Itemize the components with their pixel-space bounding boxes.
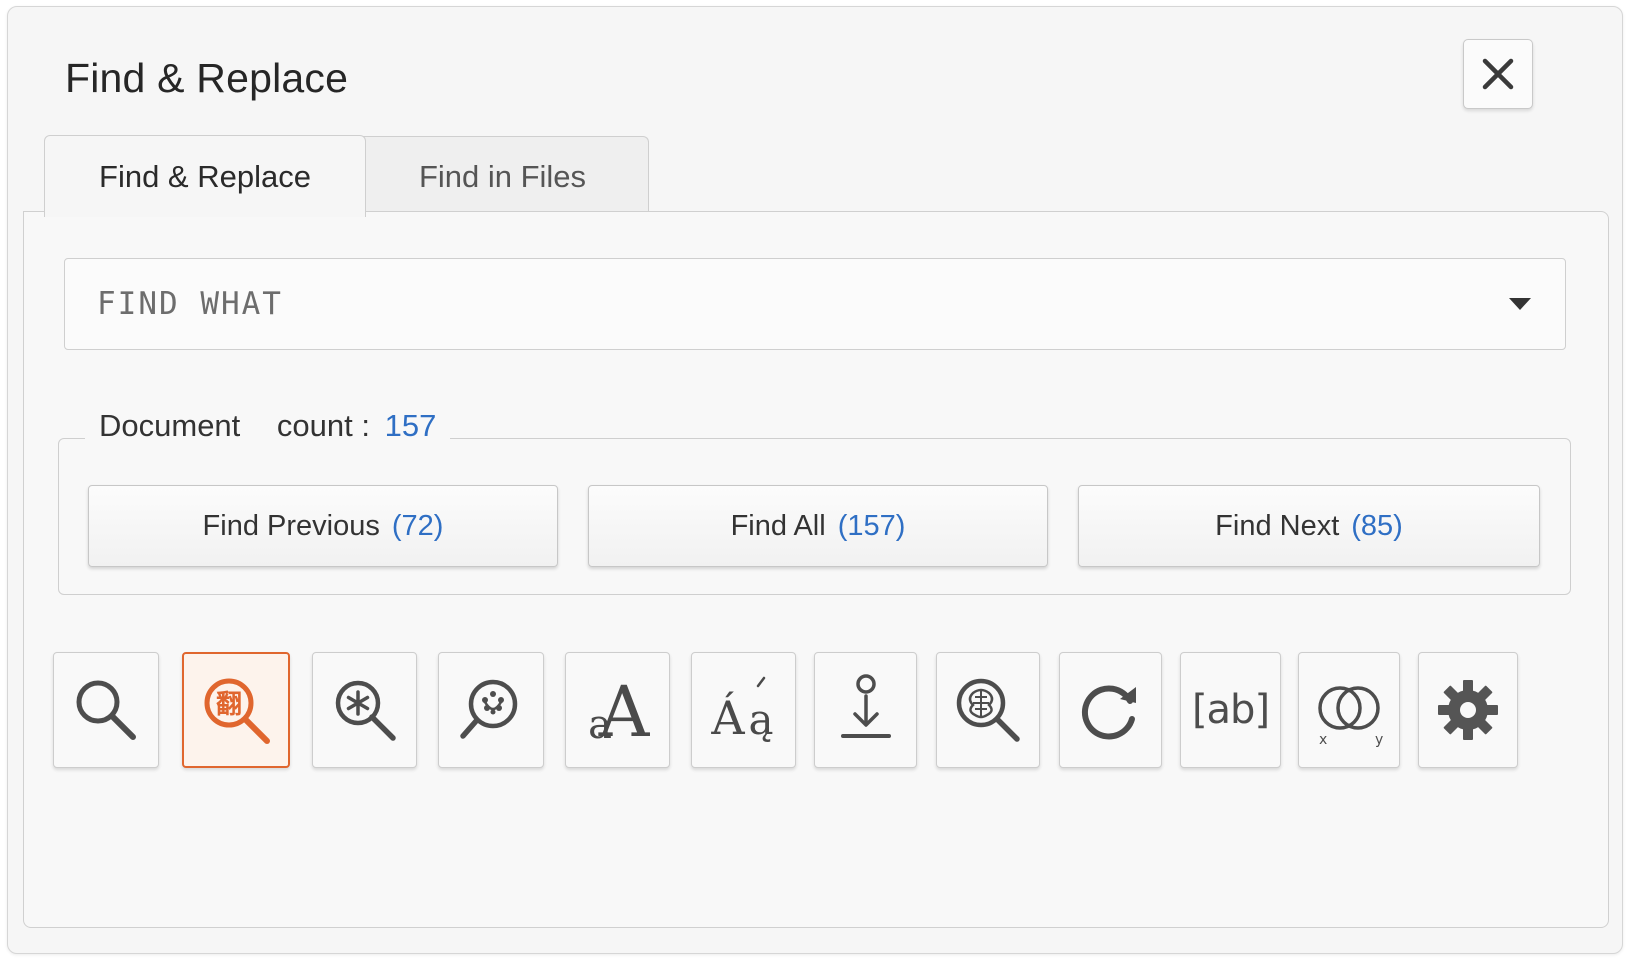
intersection-icon: x y [1318, 686, 1383, 748]
svg-text:ą: ą [748, 695, 773, 744]
whole-word-button[interactable]: [ab] [1180, 652, 1281, 768]
match-diacritics-button[interactable]: Á ą [691, 652, 796, 768]
document-group: Document count : 157 Find Previous (72) … [58, 408, 1571, 595]
wildcard-search-button[interactable] [312, 652, 417, 768]
fuzzy-search-icon [460, 679, 518, 739]
chinese-search-button[interactable]: 翻 [182, 652, 290, 768]
find-previous-button[interactable]: Find Previous (72) [88, 485, 558, 567]
count-value: 157 [384, 408, 437, 443]
chinese-glyph: 翻 [216, 690, 242, 720]
intersection-button[interactable]: x y [1298, 652, 1400, 768]
search-icon [76, 680, 136, 740]
search-button[interactable] [53, 652, 159, 768]
find-next-label: Find Next [1215, 509, 1340, 542]
chinese-search-icon: 翻 [204, 678, 270, 744]
find-next-count: (85) [1351, 509, 1403, 542]
find-all-count: (157) [837, 509, 906, 542]
tab-find-in-files[interactable]: Find in Files [356, 136, 649, 216]
dialog-title: Find & Replace [65, 55, 349, 101]
fuzzy-search-button[interactable] [438, 652, 544, 768]
settings-icon [1438, 680, 1498, 740]
find-replace-panel: FIND WHAT Document count : 157 Find Prev… [23, 211, 1609, 928]
smart-search-icon [956, 678, 1020, 742]
svg-text:Á: Á [710, 690, 745, 745]
find-what-placeholder: FIND WHAT [97, 286, 283, 322]
find-what-input[interactable]: FIND WHAT [64, 258, 1566, 350]
match-case-button[interactable]: A a [565, 652, 670, 768]
tab-find-replace[interactable]: Find & Replace [44, 135, 366, 217]
tab-label: Find in Files [418, 158, 587, 194]
wrap-around-icon [1081, 685, 1136, 740]
find-previous-label: Find Previous [202, 509, 380, 542]
close-button[interactable] [1463, 39, 1533, 109]
find-previous-count: (72) [391, 509, 444, 542]
find-next-button[interactable]: Find Next (85) [1078, 485, 1540, 567]
find-in-selection-icon [840, 674, 891, 738]
count-label: count : [276, 408, 370, 443]
match-case-icon: A a [588, 672, 651, 748]
find-all-button[interactable]: Find All (157) [588, 485, 1048, 567]
match-diacritics-icon: Á ą [710, 676, 773, 745]
document-count-legend: Document count : 157 [85, 408, 451, 444]
settings-button[interactable] [1418, 652, 1518, 768]
find-all-label: Find All [730, 509, 826, 542]
find-in-selection-button[interactable] [814, 652, 917, 768]
find-replace-dialog: Find & Replace Find & Replace Find in Fi… [7, 6, 1623, 954]
svg-text:a: a [588, 702, 612, 748]
close-icon [1482, 58, 1514, 90]
y-label: y [1375, 732, 1383, 748]
whole-word-icon: [ab] [1191, 687, 1270, 733]
smart-search-button[interactable] [936, 652, 1040, 768]
wildcard-search-icon [335, 680, 396, 741]
wrap-around-button[interactable] [1059, 652, 1162, 768]
chevron-down-icon[interactable] [1509, 298, 1531, 310]
x-label: x [1319, 732, 1327, 748]
document-label: Document [99, 408, 241, 443]
tab-label: Find & Replace [99, 158, 311, 194]
